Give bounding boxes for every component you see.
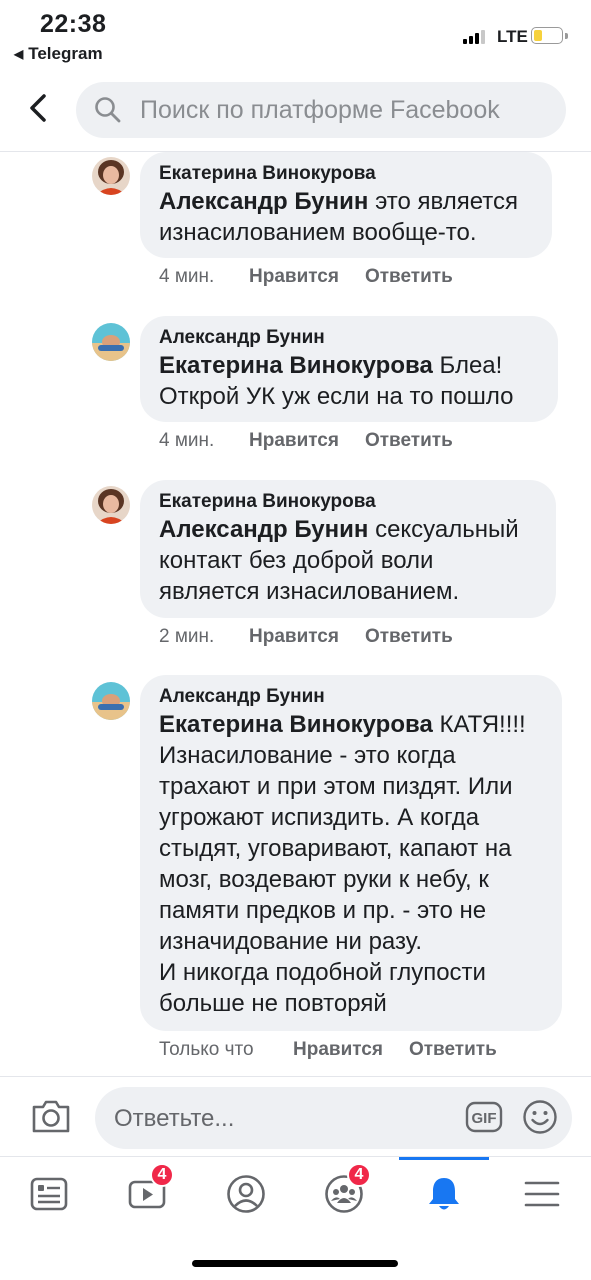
tab-watch[interactable]: 4	[122, 1163, 174, 1219]
comment-time: 4 мин.	[159, 266, 215, 287]
comment-bubble: Александр Бунин Екатерина Винокурова Бле…	[140, 316, 558, 422]
avatar[interactable]	[92, 682, 130, 720]
avatar[interactable]	[92, 157, 130, 195]
comment-bubble: Екатерина Винокурова Александр Бунин это…	[140, 152, 552, 258]
reply-button[interactable]: Ответить	[409, 1039, 497, 1061]
home-indicator[interactable]	[192, 1260, 398, 1267]
svg-text:GIF: GIF	[472, 1110, 497, 1127]
tab-profile[interactable]	[221, 1169, 271, 1219]
like-button[interactable]: Нравится	[249, 626, 339, 648]
groups-badge: 4	[347, 1163, 371, 1187]
tab-groups[interactable]: 4	[319, 1163, 371, 1219]
battery-tip	[565, 33, 568, 39]
tab-notifications[interactable]	[419, 1169, 469, 1219]
battery-icon	[531, 27, 563, 44]
camera-icon[interactable]	[30, 1097, 72, 1135]
search-header: Поиск по платформе Facebook	[0, 70, 591, 152]
like-button[interactable]: Нравится	[293, 1039, 383, 1061]
news-feed-icon	[30, 1177, 68, 1211]
mention-link[interactable]: Александр Бунин	[159, 516, 368, 543]
profile-icon	[227, 1175, 265, 1213]
comment-text: Екатерина Винокурова КАТЯ!!!! Изнасилова…	[159, 711, 526, 1017]
comment-actions: 4 мин. Нравится Ответить	[159, 430, 453, 452]
like-button[interactable]: Нравится	[249, 430, 339, 452]
reply-button[interactable]: Ответить	[365, 266, 453, 288]
like-button[interactable]: Нравится	[249, 266, 339, 288]
status-time: 22:38	[40, 10, 107, 38]
back-triangle-icon: ◀	[14, 47, 24, 61]
comment-time: Только что	[159, 1039, 254, 1060]
mention-link[interactable]: Александр Бунин	[159, 188, 368, 215]
back-to-app-link[interactable]: ◀ Telegram	[14, 44, 103, 64]
active-tab-indicator	[399, 1157, 489, 1160]
comment-author[interactable]: Екатерина Винокурова	[159, 490, 537, 514]
comment-actions: Только что Нравится Ответить	[159, 1039, 497, 1061]
comment-actions: 4 мин. Нравится Ответить	[159, 266, 453, 288]
gif-icon[interactable]: GIF	[465, 1101, 503, 1133]
comment-bubble: Екатерина Винокурова Александр Бунин сек…	[140, 480, 556, 618]
comment-author[interactable]: Александр Бунин	[159, 685, 543, 709]
notifications-bell-icon	[429, 1178, 459, 1210]
avatar[interactable]	[92, 486, 130, 524]
search-icon	[95, 97, 121, 123]
search-placeholder: Поиск по платформе Facebook	[140, 95, 500, 124]
comment-text: Екатерина Винокурова Блеа! Открой УК уж …	[159, 352, 514, 410]
search-bar[interactable]: Поиск по платформе Facebook	[76, 82, 566, 138]
emoji-icon[interactable]	[522, 1099, 558, 1135]
status-bar: 22:38 ◀ Telegram LTE	[0, 0, 591, 70]
reply-button[interactable]: Ответить	[365, 626, 453, 648]
network-type: LTE	[497, 27, 528, 46]
comment-time: 2 мин.	[159, 626, 215, 647]
tab-news-feed[interactable]	[24, 1169, 74, 1219]
comment-author[interactable]: Александр Бунин	[159, 326, 539, 350]
bottom-tab-bar: 4 4	[0, 1156, 591, 1236]
comment-author[interactable]: Екатерина Винокурова	[159, 162, 533, 186]
reply-button[interactable]: Ответить	[365, 430, 453, 452]
comment-text: Александр Бунин это является изнасилован…	[159, 188, 518, 246]
back-arrow-icon[interactable]	[22, 88, 58, 128]
comment-bubble: Александр Бунин Екатерина Винокурова КАТ…	[140, 675, 562, 1031]
reply-placeholder: Ответьте...	[114, 1105, 235, 1132]
reply-composer: Ответьте... GIF	[0, 1076, 591, 1156]
cell-signal-icon	[463, 30, 485, 44]
tab-menu[interactable]	[517, 1169, 567, 1219]
watch-badge: 4	[150, 1163, 174, 1187]
comment-actions: 2 мин. Нравится Ответить	[159, 626, 453, 648]
back-app-label: Telegram	[28, 44, 103, 63]
mention-link[interactable]: Екатерина Винокурова	[159, 352, 433, 379]
menu-icon	[524, 1181, 560, 1207]
comment-time: 4 мин.	[159, 430, 215, 451]
mention-link[interactable]: Екатерина Винокурова	[159, 711, 433, 738]
comment-text: Александр Бунин сексуальный контакт без …	[159, 516, 519, 605]
avatar[interactable]	[92, 323, 130, 361]
reply-input[interactable]: Ответьте... GIF	[95, 1087, 572, 1149]
